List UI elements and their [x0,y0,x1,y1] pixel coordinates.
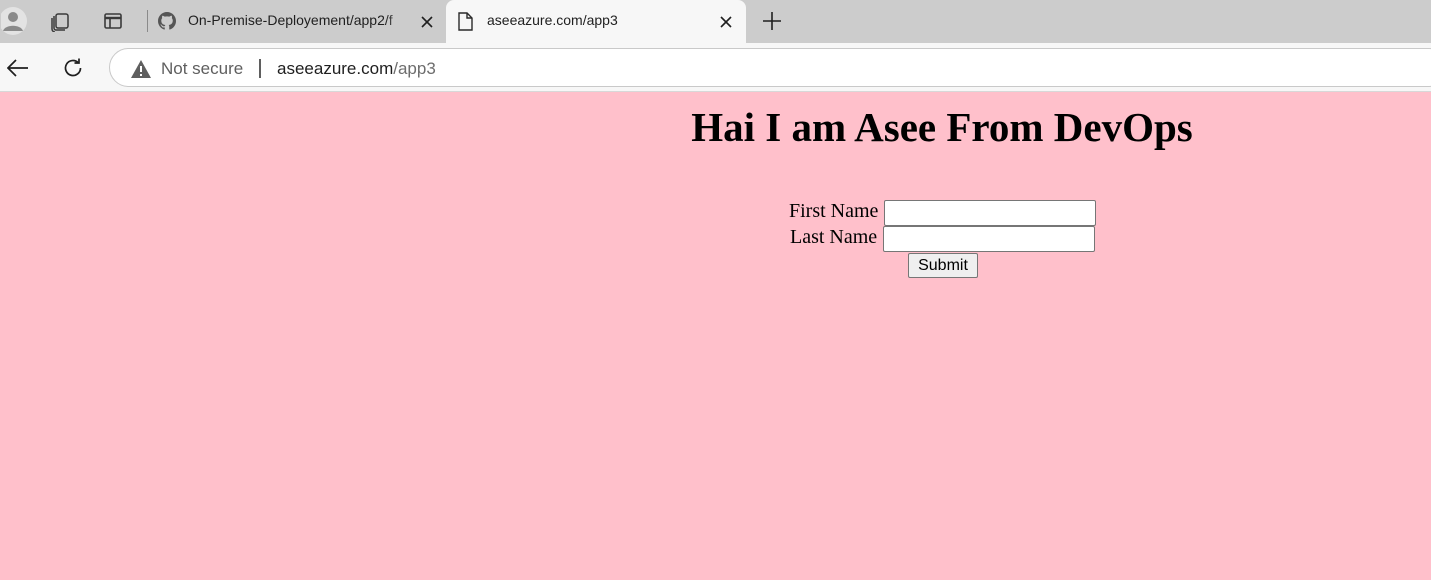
tab-close-button[interactable] [417,12,437,32]
page-icon [458,12,473,31]
back-button[interactable] [2,52,34,84]
plus-icon [763,12,781,30]
profile-button[interactable] [0,6,32,36]
github-icon [158,12,176,30]
page-heading: Hai I am Asee From DevOps [691,104,1193,150]
last-name-input[interactable] [883,226,1095,252]
url-host: aseeazure.com [277,59,394,78]
security-status-label[interactable]: Not secure [161,59,243,79]
warning-icon[interactable] [130,59,152,79]
tab-actions-button[interactable] [97,6,129,36]
tab-separator [147,10,148,32]
tab-title: aseeazure.com/app3 [487,12,618,28]
close-icon [720,16,732,28]
browser-toolbar: Not secure aseeazure.com/app3 [0,43,1431,92]
page-content: Hai I am Asee From DevOps First Name Las… [0,93,1431,580]
first-name-input[interactable] [884,200,1096,226]
tab-actions-icon [104,13,122,29]
tab-aseeazure[interactable]: aseeazure.com/app3 [446,0,746,43]
profile-icon [1,7,27,35]
reload-button[interactable] [57,52,89,84]
new-tab-button[interactable] [756,6,788,36]
tab-close-button[interactable] [716,12,736,32]
tab-strip: On-Premise-Deployement/app2/f aseeazure.… [0,0,1431,43]
reload-icon [64,58,82,77]
url-text[interactable]: aseeazure.com/app3 [277,59,436,79]
last-name-label: Last Name [790,226,878,248]
back-arrow-icon [7,59,28,77]
tab-github[interactable]: On-Premise-Deployement/app2/f [150,0,446,43]
close-icon [421,16,433,28]
tab-title: On-Premise-Deployement/app2/f [188,12,393,28]
address-divider [259,59,261,78]
submit-button[interactable]: Submit [908,253,978,278]
workspaces-icon [51,13,69,32]
first-name-label: First Name [789,200,879,222]
url-path: /app3 [393,59,436,78]
workspaces-button[interactable] [44,6,76,36]
address-bar[interactable]: Not secure aseeazure.com/app3 [109,48,1431,87]
